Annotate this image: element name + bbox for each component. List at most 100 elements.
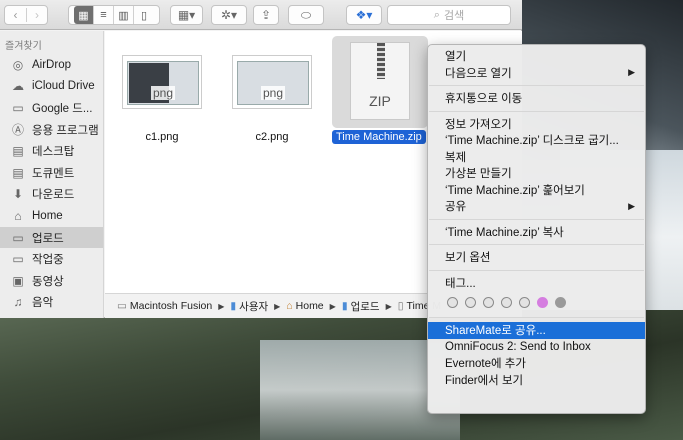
file-name: c1.png: [145, 131, 179, 143]
zip-file-icon: ZIP: [350, 42, 410, 120]
menu-item-label: 태그...: [445, 277, 476, 290]
home-icon: ⌂: [14, 208, 22, 223]
menu-item[interactable]: OmniFocus 2: Send to Inbox: [428, 339, 645, 356]
sidebar-item-label: 도큐멘트: [32, 167, 75, 180]
sidebar-list: ◎ AirDrop ☁ iCloud Drive ▭ Google 드... Ⓐ 응용 프로그…: [0, 54, 103, 313]
tag-color-dot[interactable]: [465, 296, 476, 308]
tags-button[interactable]: ⬭: [288, 5, 324, 25]
chevron-right-icon: ▶: [385, 301, 392, 311]
menu-item[interactable]: ‘Time Machine.zip’ 디스크로 굽기...: [428, 132, 645, 149]
menu-item[interactable]: ShareMate로 공유...: [428, 322, 645, 339]
tag-icon: ⬭: [300, 7, 312, 22]
menu-item-label: ‘Time Machine.zip’ 복사: [445, 226, 564, 239]
sidebar-item[interactable]: ▤ 도큐멘트: [0, 162, 103, 184]
dropbox-icon: ❖▾: [355, 8, 373, 22]
gear-icon: ✲▾: [220, 8, 238, 22]
zipper-graphic: [377, 43, 385, 79]
menu-item[interactable]: ‘Time Machine.zip’ 훑어보기: [428, 182, 645, 199]
dropbox-button[interactable]: ❖▾: [346, 5, 382, 25]
sidebar-item[interactable]: ▣ 동영상: [0, 270, 103, 292]
menu-item-label: Evernote에 추가: [445, 358, 526, 371]
sidebar-item[interactable]: ☁ iCloud Drive: [0, 76, 103, 98]
tag-color-row: [428, 291, 645, 313]
path-item[interactable]: 사용자: [239, 299, 268, 314]
share-icon: ⇪: [260, 8, 272, 22]
menu-item-label: 공유: [445, 201, 467, 214]
list-view-button[interactable]: ≡: [94, 6, 114, 24]
folder-icon: ▭: [12, 230, 24, 245]
sidebar-item[interactable]: ⬇ 다운로드: [0, 184, 103, 206]
sidebar-item-label: Google 드...: [32, 102, 93, 115]
menu-separator: [429, 244, 644, 245]
tag-color-dot[interactable]: [483, 296, 494, 308]
submenu-arrow-icon: ▶: [628, 200, 635, 211]
tag-color-dot[interactable]: [447, 296, 458, 308]
menu-item[interactable]: ‘Time Machine.zip’ 복사: [428, 224, 645, 241]
menu-item-label: ‘Time Machine.zip’ 훑어보기: [445, 184, 585, 197]
menu-item-label: 보기 옵션: [445, 252, 491, 265]
menu-item[interactable]: 가상본 만들기: [428, 165, 645, 182]
thumbnail-c1: png: [122, 55, 202, 109]
menu-item[interactable]: Evernote에 추가: [428, 355, 645, 372]
arrange-icon: ▦▾: [177, 8, 196, 22]
chevron-right-icon: ▶: [218, 301, 225, 311]
menu-item[interactable]: 보기 옵션: [428, 249, 645, 266]
thumbnail-label: png: [151, 86, 176, 100]
menu-item[interactable]: 공유 ▶: [428, 198, 645, 215]
sidebar-item[interactable]: ⌂ Home: [0, 205, 103, 227]
menu-item[interactable]: 열기: [428, 48, 645, 65]
path-item[interactable]: Macintosh Fusion: [130, 300, 212, 312]
menu-item[interactable]: 복제: [428, 149, 645, 166]
sidebar-item[interactable]: Ⓐ 응용 프로그램: [0, 119, 103, 141]
tag-color-dot[interactable]: [501, 296, 512, 308]
column-view-button[interactable]: ▥: [114, 6, 134, 24]
menu-item-label: 복제: [445, 151, 467, 164]
sidebar-item[interactable]: ▭ 업로드: [0, 226, 103, 249]
sidebar-item[interactable]: ♫ 음악: [0, 292, 103, 314]
menu-item-label: OmniFocus 2: Send to Inbox: [445, 340, 591, 353]
icon-view-button[interactable]: ▦: [74, 6, 94, 24]
tag-color-dot[interactable]: [519, 296, 530, 308]
sidebar-item[interactable]: ▤ 데스크탑: [0, 140, 103, 162]
chevron-right-icon: ▶: [274, 301, 281, 311]
applications-icon: Ⓐ: [11, 123, 24, 138]
file-time-machine-zip[interactable]: ZIP: [332, 36, 428, 128]
back-button[interactable]: ‹: [5, 8, 26, 22]
path-item[interactable]: Home: [296, 300, 324, 312]
menu-item[interactable]: 다음으로 열기 ▶: [428, 65, 645, 82]
downloads-icon: ⬇: [12, 187, 24, 202]
share-button[interactable]: ⇪: [253, 5, 279, 25]
action-button[interactable]: ✲▾: [211, 5, 247, 25]
sidebar-item-label: 작업중: [32, 254, 64, 267]
menu-item[interactable]: 태그...: [428, 275, 645, 292]
sidebar-item[interactable]: ▭ Google 드...: [0, 97, 103, 119]
menu-separator: [429, 269, 644, 271]
sidebar-item-label: Home: [32, 209, 63, 222]
menu-separator: [429, 317, 644, 318]
view-switcher: ▦ ≡ ▥ ▯: [68, 5, 160, 25]
file-c1[interactable]: png c1.png: [122, 55, 202, 143]
zip-label: ZIP: [369, 93, 391, 109]
disk-icon: ▭: [117, 300, 127, 312]
arrange-button[interactable]: ▦▾: [170, 5, 203, 25]
tag-color-dot[interactable]: [555, 296, 566, 308]
menu-separator: [429, 218, 644, 220]
tag-color-dot[interactable]: [537, 296, 548, 308]
sidebar-item-label: 업로드: [32, 232, 64, 245]
submenu-arrow-icon: ▶: [628, 67, 635, 78]
search-placeholder: 검색: [443, 10, 465, 22]
menu-item-label: 휴지통으로 이동: [445, 93, 523, 106]
sidebar-item[interactable]: ◎ AirDrop: [0, 54, 103, 76]
menu-item[interactable]: Finder에서 보기: [428, 372, 645, 389]
sidebar-item[interactable]: ▭ 작업중: [0, 248, 103, 270]
search-field[interactable]: ⌕ 검색: [387, 5, 511, 25]
coverflow-view-button[interactable]: ▯: [134, 6, 154, 24]
menu-item[interactable]: 정보 가져오기: [428, 116, 645, 133]
file-c2[interactable]: png c2.png: [232, 55, 312, 143]
path-item[interactable]: 업로드: [351, 299, 380, 314]
forward-button[interactable]: ›: [25, 8, 47, 22]
folder-icon: ▮: [341, 300, 348, 312]
sidebar-item-label: iCloud Drive: [32, 80, 95, 93]
menu-item[interactable]: 휴지통으로 이동: [428, 90, 645, 107]
documents-icon: ▤: [12, 165, 24, 180]
